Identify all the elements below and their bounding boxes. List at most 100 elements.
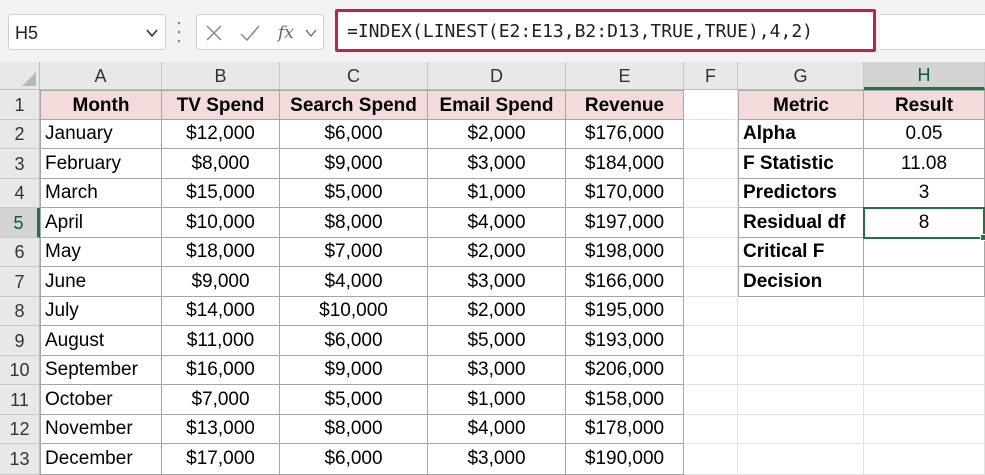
enter-icon[interactable] [239,24,261,42]
cell-f11[interactable] [684,385,738,415]
value-cell[interactable]: $195,000 [566,297,684,326]
value-cell[interactable]: $5,000 [280,385,428,415]
value-cell[interactable]: $2,000 [428,238,566,267]
cancel-icon[interactable] [205,24,223,42]
value-cell[interactable]: $1,000 [428,179,566,208]
cell-h13[interactable] [864,444,985,475]
value-cell[interactable]: $18,000 [162,238,280,267]
metric-result[interactable]: 3 [864,179,985,208]
month-cell[interactable]: August [40,326,162,356]
metric-result[interactable] [864,267,985,297]
value-cell[interactable]: $178,000 [566,415,684,444]
cell-f1[interactable] [684,90,738,120]
formula-input[interactable]: =INDEX(LINEST(E2:E13,B2:D13,TRUE,TRUE),4… [335,9,876,52]
value-cell[interactable]: $184,000 [566,149,684,179]
table-header-revenue[interactable]: Revenue [566,90,684,120]
name-box[interactable]: H5 [8,14,166,50]
formula-bar-extension[interactable] [880,14,985,50]
value-cell[interactable]: $8,000 [280,208,428,238]
metric-label[interactable]: Critical F [738,238,864,267]
cell-f8[interactable] [684,297,738,326]
metric-label[interactable]: Alpha [738,120,864,149]
cell-g8[interactable] [738,297,864,326]
value-cell[interactable]: $193,000 [566,326,684,356]
table-header-month[interactable]: Month [40,90,162,120]
month-cell[interactable]: February [40,149,162,179]
month-cell[interactable]: July [40,297,162,326]
value-cell[interactable]: $10,000 [280,297,428,326]
month-cell[interactable]: November [40,415,162,444]
cell-f2[interactable] [684,120,738,149]
cell-h11[interactable] [864,385,985,415]
row-header-1[interactable]: 1 [0,90,40,120]
chevron-down-icon[interactable] [305,28,317,38]
metric-result[interactable]: 11.08 [864,149,985,179]
value-cell[interactable]: $2,000 [428,120,566,149]
column-header-b[interactable]: B [162,62,280,90]
value-cell[interactable]: $198,000 [566,238,684,267]
function-icon[interactable]: fx [276,21,300,45]
value-cell[interactable]: $2,000 [428,297,566,326]
value-cell[interactable]: $9,000 [280,356,428,385]
cell-f6[interactable] [684,238,738,267]
metric-result[interactable]: 8 [864,208,985,238]
month-cell[interactable]: January [40,120,162,149]
value-cell[interactable]: $158,000 [566,385,684,415]
column-header-e[interactable]: E [566,62,684,90]
value-cell[interactable]: $13,000 [162,415,280,444]
cell-g12[interactable] [738,415,864,444]
value-cell[interactable]: $3,000 [428,444,566,475]
month-cell[interactable]: June [40,267,162,297]
metric-header-metric[interactable]: Metric [738,90,864,120]
column-header-d[interactable]: D [428,62,566,90]
row-header-10[interactable]: 10 [0,356,40,385]
value-cell[interactable]: $166,000 [566,267,684,297]
value-cell[interactable]: $3,000 [428,267,566,297]
cell-g11[interactable] [738,385,864,415]
table-header-email-spend[interactable]: Email Spend [428,90,566,120]
row-header-12[interactable]: 12 [0,415,40,444]
row-header-2[interactable]: 2 [0,120,40,149]
cell-f13[interactable] [684,444,738,475]
cell-g10[interactable] [738,356,864,385]
cell-f5[interactable] [684,208,738,238]
cell-f7[interactable] [684,267,738,297]
column-header-c[interactable]: C [280,62,428,90]
value-cell[interactable]: $6,000 [280,120,428,149]
table-header-search-spend[interactable]: Search Spend [280,90,428,120]
value-cell[interactable]: $7,000 [280,238,428,267]
value-cell[interactable]: $6,000 [280,444,428,475]
cell-h10[interactable] [864,356,985,385]
row-header-11[interactable]: 11 [0,385,40,415]
row-header-13[interactable]: 13 [0,444,40,475]
month-cell[interactable]: October [40,385,162,415]
value-cell[interactable]: $170,000 [566,179,684,208]
value-cell[interactable]: $5,000 [280,179,428,208]
cell-f4[interactable] [684,179,738,208]
row-header-8[interactable]: 8 [0,297,40,326]
drag-handle-icon[interactable] [177,20,181,44]
value-cell[interactable]: $206,000 [566,356,684,385]
metric-label[interactable]: Predictors [738,179,864,208]
select-all-button[interactable] [0,62,40,90]
row-header-5[interactable]: 5 [0,208,40,238]
cell-g13[interactable] [738,444,864,475]
fill-handle[interactable] [980,234,985,241]
row-header-4[interactable]: 4 [0,179,40,208]
month-cell[interactable]: December [40,444,162,475]
value-cell[interactable]: $9,000 [280,149,428,179]
cell-h12[interactable] [864,415,985,444]
value-cell[interactable]: $16,000 [162,356,280,385]
chevron-down-icon[interactable] [145,26,159,40]
cell-h8[interactable] [864,297,985,326]
value-cell[interactable]: $7,000 [162,385,280,415]
column-header-f[interactable]: F [684,62,738,90]
month-cell[interactable]: September [40,356,162,385]
metric-result[interactable]: 0.05 [864,120,985,149]
value-cell[interactable]: $11,000 [162,326,280,356]
month-cell[interactable]: March [40,179,162,208]
value-cell[interactable]: $5,000 [428,326,566,356]
metric-header-result[interactable]: Result [864,90,985,120]
value-cell[interactable]: $3,000 [428,149,566,179]
cell-f3[interactable] [684,149,738,179]
